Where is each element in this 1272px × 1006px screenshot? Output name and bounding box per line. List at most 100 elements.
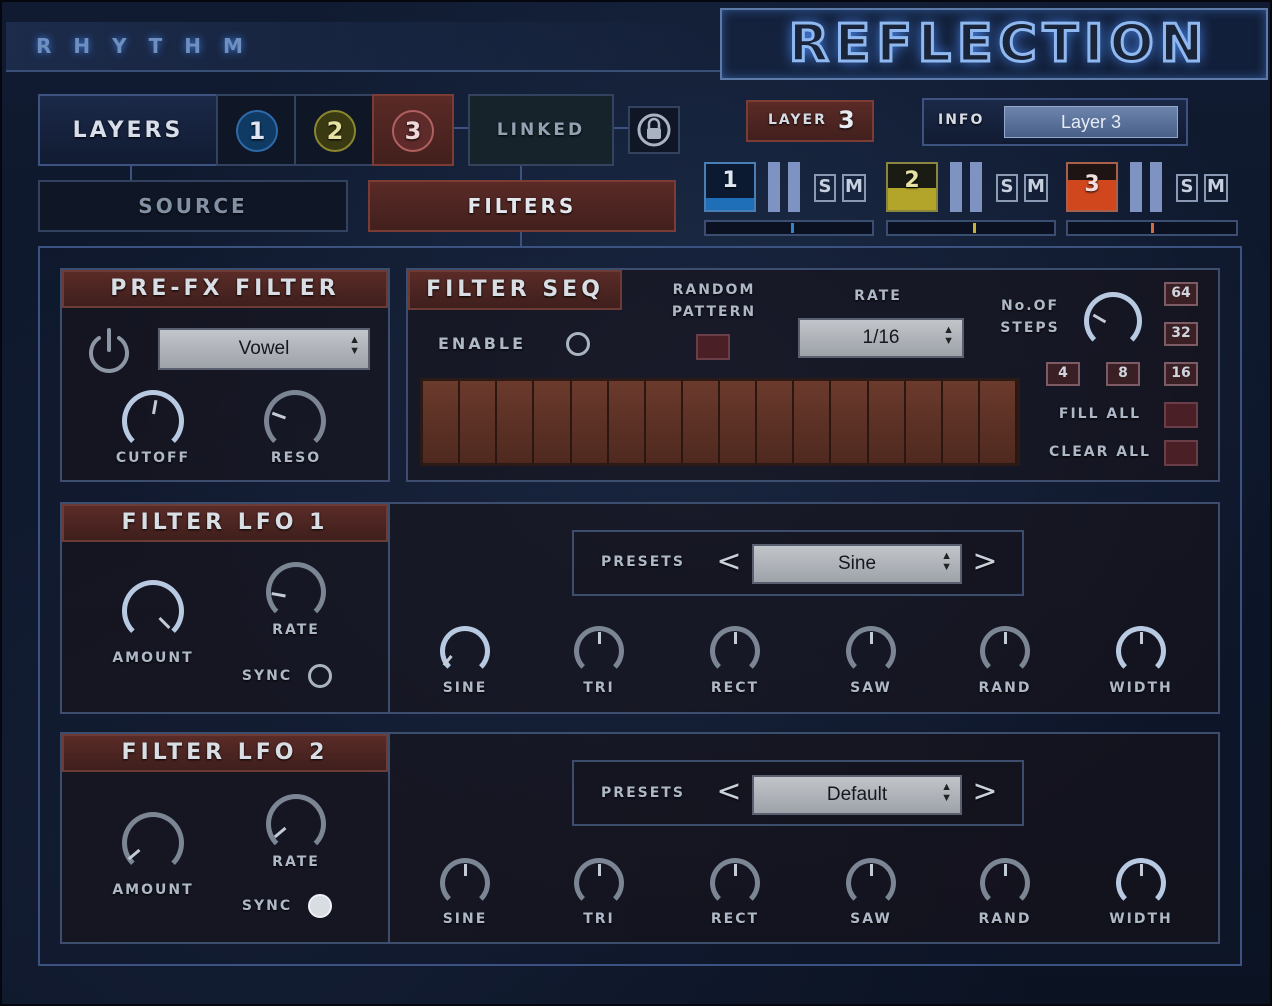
mixer-channel-2-meter (886, 220, 1056, 236)
seq-step-cell[interactable] (720, 381, 758, 463)
reso-label: RESO (270, 450, 322, 466)
seq-step-cell[interactable] (905, 381, 943, 463)
lfo1-amount-knob[interactable] (122, 580, 184, 642)
fill-all-label: FILL ALL (1058, 406, 1142, 422)
mixer-channel-3-button[interactable]: 3 (1066, 162, 1118, 212)
lfo1-saw-label: SAW (850, 680, 892, 696)
seq-rate-select[interactable]: 1/16 ▲ ▼ (798, 318, 964, 358)
lfo1-preset-prev[interactable]: < (714, 544, 744, 579)
lfo2-rect-pointer (734, 864, 737, 876)
mixer-channel-1-meter-mark (791, 223, 794, 233)
lfo1-saw-pointer (870, 632, 873, 644)
mixer-channel-3-mute[interactable]: M (1204, 174, 1228, 202)
reso-knob[interactable] (264, 390, 326, 452)
power-icon[interactable] (84, 324, 134, 376)
steps-16-button[interactable]: 16 (1164, 362, 1198, 386)
layer-1-number: 1 (248, 117, 266, 145)
mixer-channel-1-fader-right[interactable] (788, 162, 800, 212)
fill-all-button[interactable] (1164, 402, 1198, 428)
mixer-channel-3-meter (1066, 220, 1238, 236)
seq-step-cell[interactable] (534, 381, 572, 463)
clear-all-button[interactable] (1164, 440, 1198, 466)
lock-button[interactable] (628, 106, 680, 154)
random-label-line2: PATTERN (671, 304, 757, 320)
prefx-type-select[interactable]: Vowel ▲ ▼ (158, 328, 370, 370)
lfo1-tri-label: TRI (583, 680, 615, 696)
lfo1-sync-toggle[interactable] (308, 664, 332, 688)
mixer-channel-3-fader-left[interactable] (1130, 162, 1142, 212)
mixer-channel-2-fader-right[interactable] (970, 162, 982, 212)
seq-step-cell[interactable] (645, 381, 683, 463)
lfo1-sync-label: SYNC (241, 668, 293, 684)
seq-enable-label: ENABLE (438, 334, 527, 353)
lfo1-preset-select[interactable]: Sine ▲ ▼ (752, 544, 962, 584)
select-arrows-icon: ▲ ▼ (943, 324, 954, 347)
mixer-channel-1-number: 1 (722, 168, 738, 193)
layers-button[interactable]: LAYERS (38, 94, 218, 166)
lfo1-sine-knob[interactable] (440, 626, 490, 676)
mixer-channel-2-mute[interactable]: M (1024, 174, 1048, 202)
seq-step-cell[interactable] (979, 381, 1017, 463)
lfo2-width-label: WIDTH (1109, 911, 1173, 927)
mixer-channel-1-button[interactable]: 1 (704, 162, 756, 212)
lfo1-width-label: WIDTH (1109, 680, 1173, 696)
steps-8-button[interactable]: 8 (1106, 362, 1140, 386)
seq-enable-toggle[interactable] (566, 332, 590, 356)
mixer-channel-1-mute[interactable]: M (842, 174, 866, 202)
lfo2-preset-prev[interactable]: < (714, 774, 744, 809)
seq-step-cell[interactable] (942, 381, 980, 463)
lfo2-amount-knob[interactable] (122, 812, 184, 874)
random-pattern-button[interactable] (696, 334, 730, 360)
tab-connector-bottom (520, 232, 522, 246)
mixer-channel-2-fader-left[interactable] (950, 162, 962, 212)
lfo2-sync-toggle[interactable] (308, 894, 332, 918)
mixer-channel-1-fader-left[interactable] (768, 162, 780, 212)
layer-3-number: 3 (404, 117, 422, 145)
seq-step-cell[interactable] (794, 381, 832, 463)
seq-step-cell[interactable] (682, 381, 720, 463)
layer-indicator-value: 3 (838, 106, 855, 134)
lfo2-divider (388, 734, 390, 942)
layer-2-number: 2 (326, 117, 344, 145)
lfo2-saw-pointer (870, 864, 873, 876)
seq-step-cell[interactable] (608, 381, 646, 463)
lfo1-rect-pointer (734, 632, 737, 644)
lfo1-preset-next[interactable]: > (970, 544, 1000, 579)
seq-step-cell[interactable] (571, 381, 609, 463)
seq-step-cell[interactable] (757, 381, 795, 463)
lfo1-width-pointer (1140, 632, 1143, 644)
seq-step-cell[interactable] (831, 381, 869, 463)
lock-icon (637, 113, 671, 147)
lfo2-rand-label: RAND (978, 911, 1032, 927)
steps-64-button[interactable]: 64 (1164, 282, 1198, 306)
mixer-channel-2-solo[interactable]: S (996, 174, 1018, 202)
layer-3-button[interactable]: 3 (372, 94, 454, 166)
tab-filters[interactable]: FILTERS (368, 180, 676, 232)
lfo2-rate-knob[interactable] (266, 794, 326, 854)
seq-step-cell[interactable] (497, 381, 535, 463)
seq-step-cell[interactable] (423, 381, 461, 463)
seq-step-cell[interactable] (460, 381, 498, 463)
prefx-title: PRE-FX FILTER (110, 276, 340, 301)
mixer-channel-3-fader-right[interactable] (1150, 162, 1162, 212)
tab-source[interactable]: SOURCE (38, 180, 348, 232)
mixer-channel-1-solo[interactable]: S (814, 174, 836, 202)
steps-4-button[interactable]: 4 (1046, 362, 1080, 386)
lfo2-title: FILTER LFO 2 (121, 740, 329, 765)
mixer-channel-3-solo[interactable]: S (1176, 174, 1198, 202)
lfo2-amount-label: AMOUNT (112, 882, 194, 898)
cutoff-knob[interactable] (122, 390, 184, 452)
steps-32-button[interactable]: 32 (1164, 322, 1198, 346)
layer-1-button[interactable]: 1 (216, 94, 296, 166)
filters-tab-label: FILTERS (467, 194, 577, 218)
linked-button[interactable]: LINKED (468, 94, 614, 166)
lfo1-amount-label: AMOUNT (112, 650, 194, 666)
seq-step-cell[interactable] (868, 381, 906, 463)
lfo2-preset-next[interactable]: > (970, 774, 1000, 809)
mixer-channel-2-button[interactable]: 2 (886, 162, 938, 212)
layer-2-button[interactable]: 2 (294, 94, 374, 166)
lfo2-rand-pointer (1004, 864, 1007, 876)
lfo2-preset-select[interactable]: Default ▲ ▼ (752, 775, 962, 815)
info-display: Layer 3 (1004, 106, 1178, 138)
steps-knob[interactable] (1084, 292, 1142, 350)
